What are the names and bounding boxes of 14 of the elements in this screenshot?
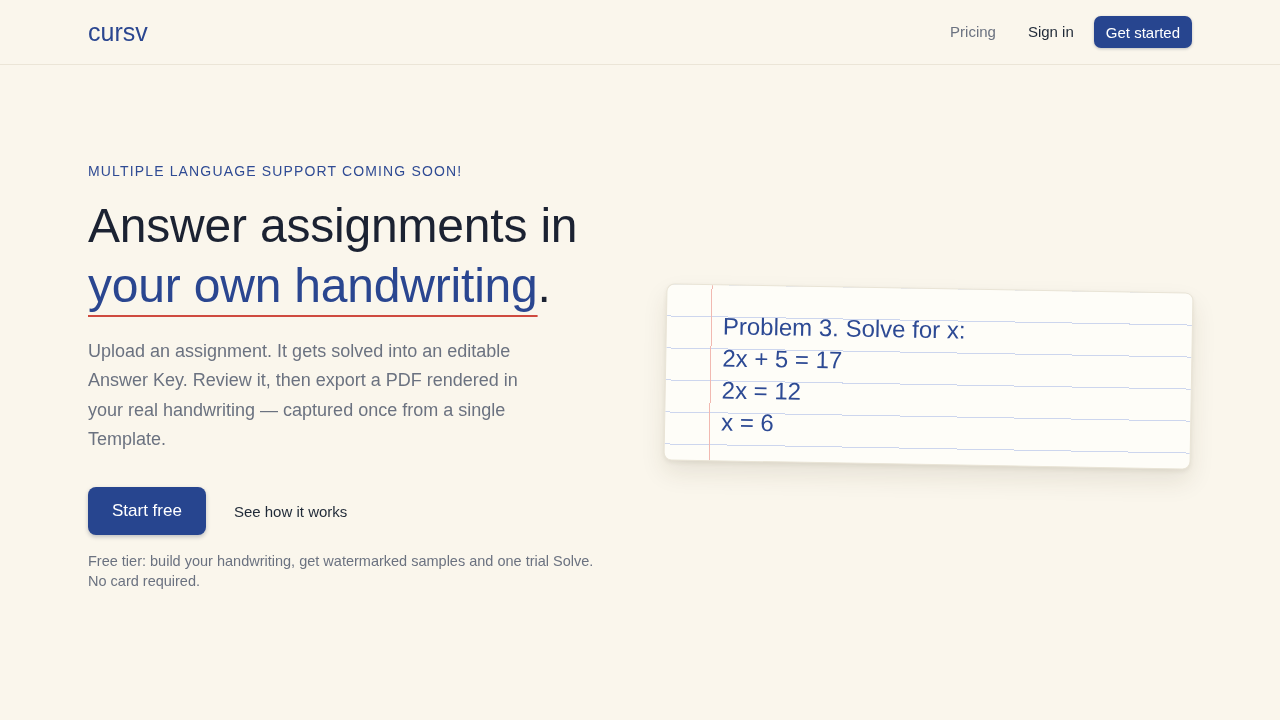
get-started-button[interactable]: Get started [1093, 16, 1192, 48]
brand-logo[interactable]: cursv [88, 19, 148, 45]
see-how-it-works-link[interactable]: See how it works [233, 502, 348, 520]
fine-print: Free tier: build your handwriting, get watermarked samples and one trial Solve. No card required. [88, 552, 595, 592]
handwritten-line: Problem 3. Solve for x: [722, 311, 966, 346]
eyebrow-text: MULTIPLE LANGUAGE SUPPORT COMING SOON! [88, 162, 464, 181]
handwritten-line: x = 6 [720, 407, 775, 438]
start-free-button[interactable]: Start free [88, 487, 206, 536]
description-text: Upload an assignment. It gets solved into an editable Answer Key. Review it, then export a PDF rendered in your real handwriting — captured once from a single Template. [88, 340, 519, 451]
headline: Answer assignments in your own handwriting. [88, 198, 579, 314]
handwritten-line: 2x = 12 [721, 375, 802, 407]
nav-link[interactable]: Pricing [950, 23, 996, 41]
handwritten-line: 2x + 5 = 17 [722, 343, 843, 376]
nav-link[interactable]: Sign in [1027, 23, 1074, 41]
